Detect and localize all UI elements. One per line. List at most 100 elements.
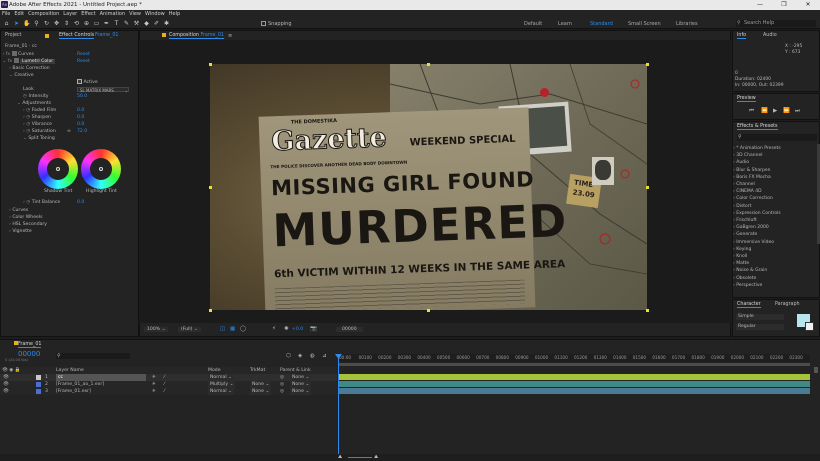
layer-track-bar[interactable] bbox=[338, 374, 810, 380]
layer-visibility-icon[interactable]: 👁 bbox=[3, 381, 9, 388]
home-icon[interactable]: ⌂ bbox=[3, 20, 10, 27]
effects-category-item[interactable]: Knoll bbox=[733, 253, 747, 260]
play-icon[interactable]: ▶ bbox=[773, 108, 777, 114]
layer-name[interactable]: cc bbox=[56, 374, 146, 381]
maximize-button[interactable]: ❐ bbox=[772, 0, 796, 10]
vibrance-value[interactable]: 0.0 bbox=[77, 121, 84, 128]
layer-visibility-icon[interactable]: 👁 bbox=[3, 388, 9, 395]
layer-track-bar[interactable] bbox=[338, 381, 810, 387]
layer-label-color[interactable] bbox=[36, 389, 41, 394]
workspace-small-screen[interactable]: Small Screen bbox=[628, 21, 661, 27]
comp-flowchart-icon[interactable]: ⬡ bbox=[286, 353, 291, 359]
section-hsl-secondary[interactable]: › HSL Secondary bbox=[1, 221, 139, 228]
orbit-tool-icon[interactable]: ↻ bbox=[43, 20, 50, 27]
layer-pickwhip-icon[interactable]: ◎ bbox=[280, 388, 284, 395]
lumetri-reset-link[interactable]: Reset bbox=[77, 58, 90, 65]
transform-handle[interactable] bbox=[646, 309, 649, 312]
zoom-tool-icon[interactable]: ⚲ bbox=[33, 20, 40, 27]
snapping-checkbox[interactable] bbox=[261, 21, 266, 26]
transform-handle[interactable] bbox=[209, 309, 212, 312]
section-creative[interactable]: ⌄ Creative bbox=[1, 72, 139, 79]
layer-track-bar[interactable] bbox=[338, 388, 810, 394]
transform-handle[interactable] bbox=[427, 309, 430, 312]
tab-timeline[interactable]: Frame_01 bbox=[18, 342, 42, 348]
puppet-tool-icon[interactable]: ✱ bbox=[163, 20, 170, 27]
transform-handle[interactable] bbox=[427, 63, 430, 66]
shadow-tint-wheel[interactable] bbox=[38, 149, 78, 189]
effects-category-item[interactable]: Channel bbox=[733, 181, 754, 188]
wheel-handle[interactable] bbox=[56, 167, 60, 171]
layer-label-color[interactable] bbox=[36, 375, 41, 380]
work-area-bar[interactable] bbox=[338, 363, 810, 366]
layer-quality-switch[interactable]: ⁄ bbox=[164, 374, 165, 381]
zoom-dropdown[interactable]: 100% ⌄ bbox=[144, 327, 169, 332]
rectangle-tool-icon[interactable]: ▭ bbox=[93, 20, 100, 27]
zoom-out-icon[interactable]: ⛰ bbox=[338, 454, 342, 460]
layer-pickwhip-icon[interactable]: ◎ bbox=[280, 374, 284, 381]
roto-brush-tool-icon[interactable]: ✐ bbox=[153, 20, 160, 27]
effects-category-item[interactable]: Audio bbox=[733, 159, 749, 166]
close-button[interactable]: ✕ bbox=[796, 0, 820, 10]
effects-category-item[interactable]: Generate bbox=[733, 231, 757, 238]
menu-layer[interactable]: Layer bbox=[63, 10, 77, 18]
layer-label-color[interactable] bbox=[36, 382, 41, 387]
section-vignette[interactable]: › Vignette bbox=[1, 228, 139, 235]
pen-tool-icon[interactable]: ✒ bbox=[103, 20, 110, 27]
fast-previews-icon[interactable]: ⚡ bbox=[272, 326, 276, 332]
zoom-in-icon[interactable]: ⛰ bbox=[374, 454, 378, 460]
exposure-value[interactable]: +0.0 bbox=[292, 327, 303, 332]
effects-category-item[interactable]: Immersive Video bbox=[733, 239, 774, 246]
effects-category-item[interactable]: * Animation Presets bbox=[733, 145, 780, 152]
graph-editor-icon[interactable]: ⊿ bbox=[322, 353, 327, 359]
pan-tool-icon[interactable]: ✥ bbox=[53, 20, 60, 27]
workspace-default[interactable]: Default bbox=[524, 21, 542, 27]
hand-tool-icon[interactable]: ✋ bbox=[23, 20, 30, 27]
tab-paragraph[interactable]: Paragraph bbox=[775, 302, 800, 307]
layer-parent-dropdown[interactable]: None ⌄ bbox=[290, 374, 312, 381]
pan-behind-tool-icon[interactable]: ⊕ bbox=[83, 20, 90, 27]
section-split-toning[interactable]: ⌄ Split Toning bbox=[1, 135, 139, 142]
draft-3d-icon[interactable]: ◈ bbox=[298, 353, 302, 359]
transform-handle[interactable] bbox=[209, 63, 212, 66]
menu-edit[interactable]: Edit bbox=[14, 10, 24, 18]
layer-trkmat-dropdown[interactable]: None ⌄ bbox=[250, 381, 272, 388]
stopwatch-icon[interactable]: › ◷ bbox=[23, 129, 32, 134]
timeline-scroll-end[interactable] bbox=[814, 367, 818, 373]
layer-pickwhip-icon[interactable]: ◎ bbox=[280, 381, 284, 388]
search-help-input[interactable]: ⚲ Search Help bbox=[736, 20, 816, 27]
selection-tool-icon[interactable]: ➤ bbox=[13, 20, 20, 27]
effects-category-item[interactable]: Frischluft bbox=[733, 217, 756, 224]
layer-row[interactable]: 👁 1 cc ✳ ⁄ Normal ⌄ ◎ None ⌄ bbox=[0, 374, 337, 381]
composition-viewer[interactable]: TIME 23.09 THE DOMESTIKA Gazette WEEKEND… bbox=[139, 40, 731, 323]
active-checkbox[interactable] bbox=[77, 79, 82, 84]
layer-trkmat-dropdown[interactable]: None ⌄ bbox=[250, 388, 272, 395]
snapshot-icon[interactable]: 📷 bbox=[310, 326, 317, 332]
effect-row-curves[interactable]: › fx Curves Reset bbox=[1, 51, 139, 58]
playhead[interactable] bbox=[338, 354, 339, 461]
dolly-tool-icon[interactable]: ⇕ bbox=[63, 20, 70, 27]
type-tool-icon[interactable]: T bbox=[113, 20, 120, 27]
stroke-color-swatch[interactable] bbox=[805, 322, 814, 331]
tab-character[interactable]: Character bbox=[737, 302, 761, 308]
menu-window[interactable]: Window bbox=[145, 10, 165, 18]
effect-row-lumetri[interactable]: ⌄ fx Lumetri Color Reset bbox=[1, 58, 139, 65]
workspace-standard[interactable]: Standard bbox=[590, 21, 613, 27]
effects-category-item[interactable]: CINEMA 4D bbox=[733, 188, 761, 195]
first-frame-icon[interactable]: ⏮ bbox=[749, 108, 754, 115]
tint-balance-value[interactable]: 0.0 bbox=[77, 199, 84, 206]
intensity-value[interactable]: 50.0 bbox=[77, 93, 87, 100]
look-dropdown[interactable]: SL MATRIX MARS ⌄ bbox=[77, 87, 129, 93]
brush-tool-icon[interactable]: ✎ bbox=[123, 20, 130, 27]
effects-search-input[interactable]: ⚲ bbox=[737, 134, 817, 141]
eraser-tool-icon[interactable]: ◆ bbox=[143, 20, 150, 27]
layer-shy-switch[interactable]: ✳ bbox=[152, 388, 156, 395]
layer-row[interactable]: 👁 3 [Frame_01.exr] ✳ ⁄ Normal ⌄ None ⌄ ◎ None ⌄ bbox=[0, 388, 337, 395]
rotate-tool-icon[interactable]: ⟲ bbox=[73, 20, 80, 27]
curves-reset-link[interactable]: Reset bbox=[77, 51, 90, 58]
current-time-display[interactable]: 00000 bbox=[336, 327, 363, 332]
menu-animation[interactable]: Animation bbox=[100, 10, 126, 18]
stopwatch-icon[interactable]: › ◷ bbox=[23, 108, 32, 113]
effects-category-item[interactable]: Matte bbox=[733, 260, 749, 267]
mask-visibility-icon[interactable]: ◯ bbox=[240, 326, 246, 332]
resolution-dropdown[interactable]: (Full) ⌄ bbox=[178, 327, 201, 332]
